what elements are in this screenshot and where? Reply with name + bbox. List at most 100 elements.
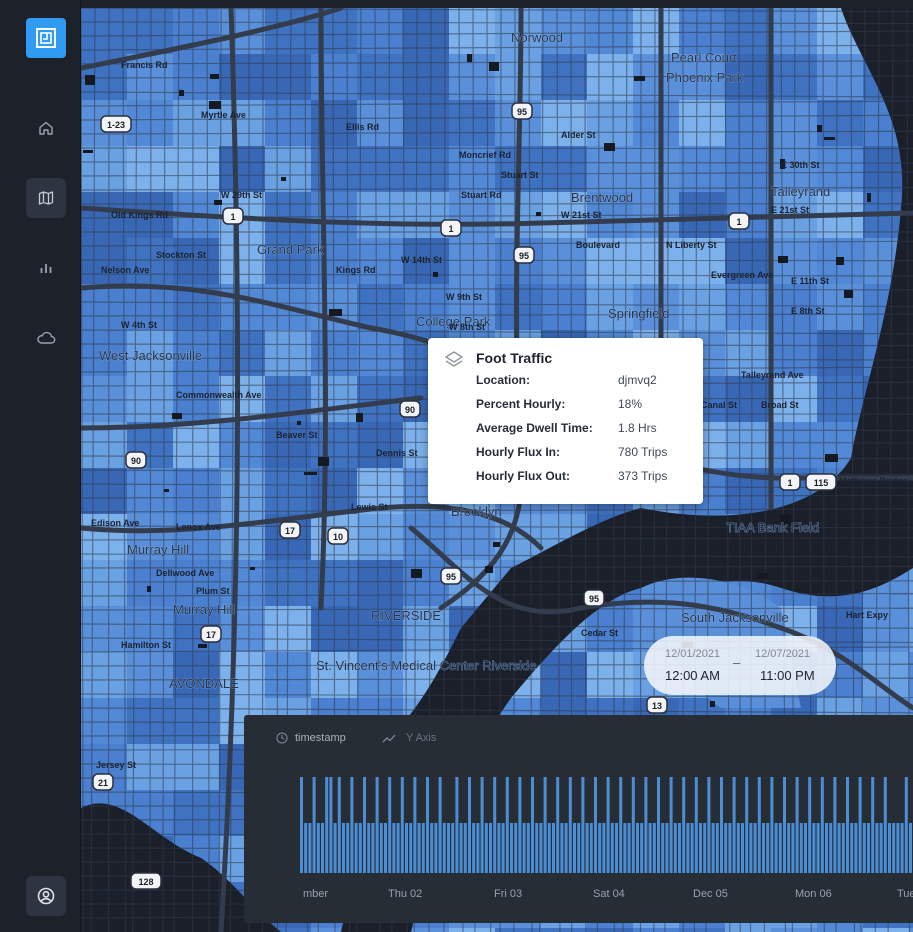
highway-shield-icon: 1-23 <box>100 115 132 133</box>
place-label: Brentwood <box>571 190 633 205</box>
shield-label: 90 <box>405 405 415 415</box>
timeline-bar <box>510 823 513 873</box>
foot-traffic-tooltip: Foot Traffic Location: djmvq2 Percent Hou… <box>428 338 703 504</box>
highway-shield-icon: 13 <box>646 696 668 714</box>
trend-icon <box>382 734 396 743</box>
timeline-histogram[interactable] <box>300 767 913 873</box>
timeline-bar <box>867 823 870 873</box>
timeline-bar <box>568 777 572 873</box>
timeline-bar <box>354 823 358 873</box>
timeline-bar <box>535 823 539 873</box>
timeline-bar <box>736 823 740 873</box>
tooltip-row-percent: Percent Hourly: 18% <box>476 397 686 421</box>
timeline-bar <box>699 823 702 873</box>
timeline-bar <box>329 777 333 873</box>
place-label: West Jacksonville <box>99 348 202 363</box>
place-label: Murray Hill <box>127 542 189 557</box>
timeline-tick: Mon 06 <box>795 888 832 900</box>
street-label: Kings Rd <box>336 265 376 275</box>
profile-button[interactable] <box>26 876 66 916</box>
app-logo-icon[interactable] <box>26 18 66 58</box>
timeline-bar <box>489 823 492 873</box>
timeline-bar <box>904 777 908 873</box>
timeline-bar <box>648 823 652 873</box>
street-label: W 9th St <box>446 292 482 302</box>
highway-shield-icon: 21 <box>92 773 114 791</box>
timeline-bar <box>350 777 354 873</box>
time-range-display[interactable]: 12/01/2021 12:00 AM – 12/07/2021 11:00 P… <box>644 636 836 695</box>
timeline-bar <box>846 777 849 873</box>
timeline-bar <box>451 823 455 873</box>
highway-shield-icon: 17 <box>279 521 301 539</box>
timeline-bar <box>379 823 383 873</box>
shield-label: 128 <box>138 877 153 887</box>
street-label: W 29th St <box>221 190 262 200</box>
nav-map-button[interactable] <box>26 178 66 218</box>
place-label: St. Vincent's Medical Center Riverside <box>316 658 536 673</box>
shield-label: 1 <box>787 478 792 488</box>
shield-label: 17 <box>285 526 295 536</box>
street-label: Moncrief Rd <box>459 150 511 160</box>
timeline-bar <box>774 823 778 873</box>
timeline-bar <box>741 823 744 873</box>
place-label: AVONDALE <box>169 676 239 691</box>
timeline-bar <box>531 777 534 873</box>
y-axis-selector[interactable]: Y Axis <box>406 732 436 744</box>
nav-home-button[interactable] <box>26 108 66 148</box>
place-label: TIAA Bank Field <box>726 520 819 535</box>
highway-shield-icon: 1 <box>440 219 462 237</box>
map-icon <box>38 191 54 205</box>
tooltip-label: Average Dwell Time: <box>476 421 593 435</box>
shield-label: 95 <box>519 251 529 261</box>
timeline-bar <box>888 823 891 873</box>
shield-label: 95 <box>517 107 527 117</box>
timeline-bar <box>795 777 799 873</box>
street-label: W 21st St <box>561 210 602 220</box>
timeline-bar <box>661 823 665 873</box>
street-label: Myrtle Ave <box>201 110 246 120</box>
timeline-bar <box>804 823 807 873</box>
street-label: E 30th St <box>781 160 820 170</box>
nav-cloud-button[interactable] <box>26 318 66 358</box>
user-circle-icon <box>37 887 55 905</box>
timeline-bar <box>581 777 585 873</box>
street-label: Lenox Ave <box>176 522 221 532</box>
x-field-selector[interactable]: timestamp <box>295 732 346 744</box>
timeline-bar <box>560 823 564 873</box>
timeline-tick: Fri 03 <box>494 888 523 900</box>
tooltip-label: Percent Hourly: <box>476 397 566 411</box>
tooltip-value: 373 Trips <box>618 469 668 483</box>
timeline-bar <box>564 823 568 873</box>
timeline-bar <box>900 823 904 873</box>
place-label: Grand Park <box>257 242 324 257</box>
street-label: Stuart Rd <box>461 190 502 200</box>
street-label: W 8th St <box>449 322 485 332</box>
tooltip-value: djmvq2 <box>618 373 657 387</box>
timeline-bar <box>619 777 623 873</box>
place-label: Norwood <box>511 30 563 45</box>
timeline-bar <box>892 823 896 873</box>
timeline-bar <box>413 777 417 873</box>
timeline-bar <box>707 777 711 873</box>
timeline-bar <box>787 823 791 873</box>
street-label: Talleyrand Ave <box>741 370 804 380</box>
street-label: N Liberty St <box>666 240 717 250</box>
clock-icon <box>276 732 288 744</box>
timeline-bar <box>703 823 707 873</box>
top-bar <box>0 0 913 8</box>
sidebar <box>0 0 81 932</box>
timeline-bar <box>669 777 673 873</box>
timeline-bar <box>480 777 484 873</box>
nav-charts-button[interactable] <box>26 248 66 288</box>
tooltip-row-dwell: Average Dwell Time: 1.8 Hrs <box>476 421 686 445</box>
timeline-bar <box>837 823 841 873</box>
timeline-bar <box>711 823 715 873</box>
tooltip-label: Hourly Flux Out: <box>476 469 570 483</box>
street-label: Plum St <box>196 586 230 596</box>
place-label: Brooklyn <box>451 504 502 519</box>
range-separator: – <box>733 655 741 670</box>
timeline-bar <box>346 823 350 873</box>
tooltip-value: 1.8 Hrs <box>618 421 657 435</box>
street-label: W 4th St <box>121 320 157 330</box>
timeline-bar <box>829 823 833 873</box>
